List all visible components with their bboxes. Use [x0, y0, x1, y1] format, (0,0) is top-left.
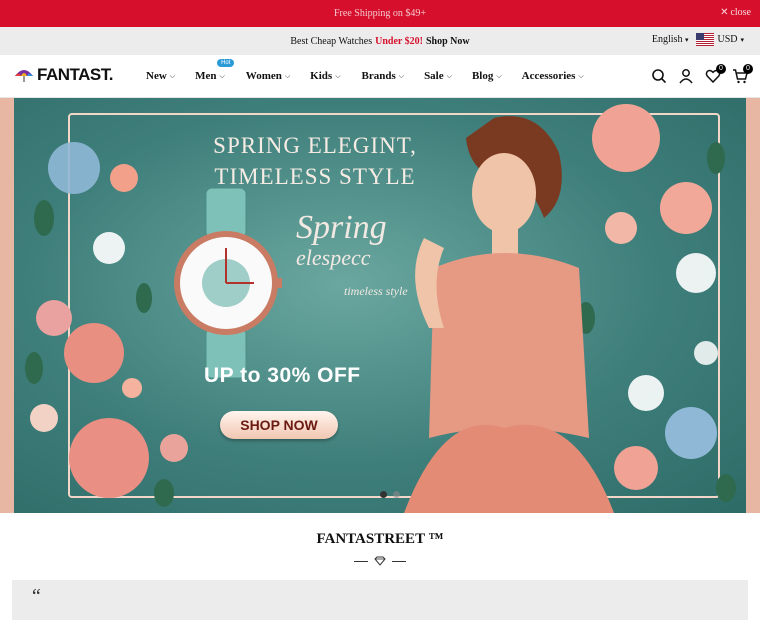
hero-background: SPRING ELEGINT, TIMELESS STYLE Spring el…	[14, 98, 746, 513]
chevron-down-icon: ⌵	[219, 71, 225, 80]
hero-offer: UP to 30% OFF	[204, 364, 361, 387]
chevron-down-icon: ⌵	[496, 71, 502, 80]
language-selector[interactable]: English ▾	[652, 34, 689, 45]
floral-decoration-left	[25, 142, 188, 507]
promo-bar: Best Cheap Watches Under $20! Shop Now E…	[0, 27, 760, 55]
chevron-down-icon: ⌵	[446, 71, 452, 80]
logo[interactable]: FANTAST.	[14, 65, 113, 85]
nav-item-brands[interactable]: Brands ⌵	[362, 70, 405, 82]
chevron-down-icon: ⌵	[398, 71, 405, 80]
hero-script-title: Spring elespecc	[296, 209, 387, 271]
hero-script-subtitle: timeless style	[344, 284, 408, 298]
quote-mark-icon: “	[30, 585, 42, 607]
chevron-down-icon: ⌵	[335, 71, 341, 80]
announcement-bar: Free Shipping on $49+ ✕ close	[0, 0, 760, 27]
search-icon[interactable]	[651, 68, 667, 84]
nav-item-men[interactable]: Men ⌵ Hot	[195, 59, 235, 82]
close-icon: ✕	[720, 7, 729, 18]
nav-item-kids[interactable]: Kids ⌵	[310, 70, 340, 82]
diamond-icon	[374, 556, 386, 566]
nav-item-accessories[interactable]: Accessories ⌵	[522, 70, 584, 82]
wishlist-icon[interactable]: 0	[705, 64, 726, 84]
announcement-close-button[interactable]: ✕ close	[720, 7, 751, 18]
announcement-text: Free Shipping on $49+	[333, 8, 427, 19]
nav-item-sale[interactable]: Sale ⌵	[424, 70, 452, 82]
umbrella-logo-icon	[15, 70, 33, 82]
chevron-down-icon: ⌵	[169, 71, 176, 80]
cart-count-badge: 0	[743, 64, 753, 74]
section-divider	[354, 556, 406, 566]
nav-item-new[interactable]: New ⌵	[146, 70, 175, 82]
currency-selector[interactable]: USD ▾	[696, 33, 744, 46]
us-flag-icon	[696, 33, 715, 46]
wishlist-count-badge: 0	[716, 64, 726, 74]
promo-text: Best Cheap Watches	[290, 35, 373, 47]
promo-shop-now-link[interactable]: Shop Now	[426, 36, 470, 47]
carousel-dot-2[interactable]	[393, 491, 400, 498]
nav-item-women[interactable]: Women ⌵	[246, 70, 290, 82]
main-nav: New ⌵ Men ⌵ Hot Women ⌵ Kids ⌵ Brands ⌵ Sale ⌵…	[146, 59, 584, 82]
chevron-down-icon: ⌵	[578, 71, 584, 80]
hot-badge: Hot	[217, 59, 235, 67]
hero-shop-now-button[interactable]: SHOP NOW	[220, 411, 338, 439]
account-icon[interactable]	[678, 68, 694, 84]
hero-headline: SPRING ELEGINT, TIMELESS STYLE	[213, 133, 417, 189]
close-label: close	[730, 7, 751, 18]
testimonial-box: “	[12, 580, 748, 620]
promo-highlight: Under $20!	[375, 35, 423, 47]
chevron-down-icon: ⌵	[284, 71, 291, 80]
watch-illustration	[174, 188, 282, 378]
carousel-dot-1[interactable]	[380, 491, 387, 498]
site-header: FANTAST. New ⌵ Men ⌵ Hot Women ⌵ Kids ⌵ Bran…	[0, 55, 760, 98]
nav-item-blog[interactable]: Blog ⌵	[472, 70, 502, 82]
carousel-dots	[380, 491, 400, 498]
hero-banner[interactable]: SPRING ELEGINT, TIMELESS STYLE Spring el…	[0, 98, 760, 513]
cart-icon[interactable]: 0	[732, 64, 753, 84]
logo-text: FANTAST.	[37, 65, 113, 84]
section-title: FANTASTREET ™	[316, 531, 444, 547]
